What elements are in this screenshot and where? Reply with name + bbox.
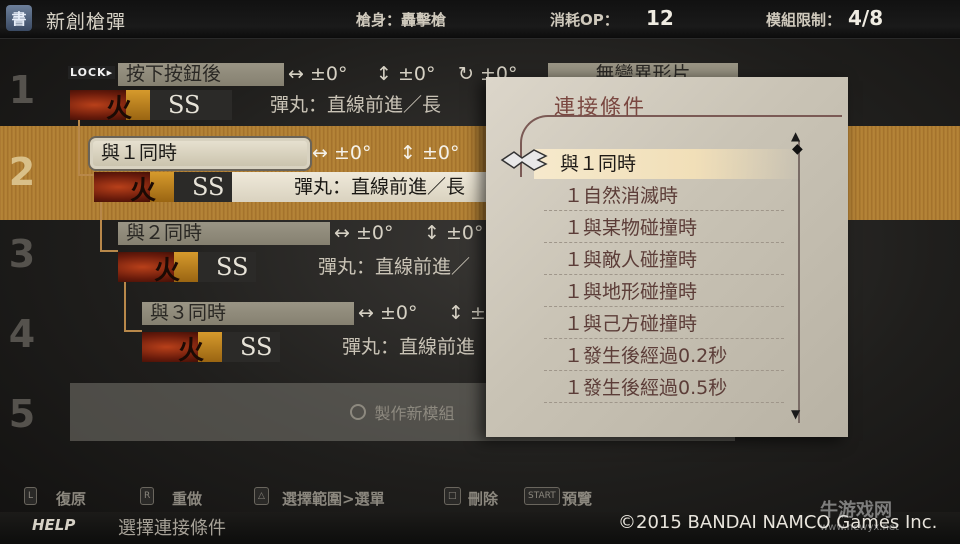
hint-redo[interactable]: 重做 — [172, 488, 202, 509]
l-button-icon: L — [24, 487, 38, 505]
condition-option[interactable]: １與地形碰撞時 — [544, 277, 784, 307]
slot-number-5[interactable]: 5 — [0, 392, 44, 436]
condition-option[interactable]: １與己方碰撞時 — [544, 309, 784, 339]
slot-number-2[interactable]: 2 — [0, 150, 44, 194]
bullet-type[interactable]: 彈丸：直線前進 — [342, 332, 475, 362]
selection-cursor-icon — [500, 149, 548, 171]
hint-preview[interactable]: 預覽 — [562, 488, 592, 509]
gun-type-label: 槍身：轟擊槍 — [356, 11, 447, 29]
scroll-thumb-icon[interactable]: ◆ — [792, 141, 803, 157]
condition-option[interactable]: １自然消滅時 — [544, 181, 784, 211]
hint-select-range[interactable]: 選擇範圍>選單 — [282, 488, 385, 509]
fire-element-glyph: 火 — [178, 336, 205, 366]
condition-option[interactable]: １與某物碰撞時 — [544, 213, 784, 243]
slot-number-4[interactable]: 4 — [0, 312, 44, 356]
scrollbar[interactable] — [798, 141, 800, 423]
trigger-condition-4[interactable]: 與３同時 — [142, 302, 354, 325]
op-cost-label: 消耗OP： — [550, 11, 619, 29]
connector-line — [100, 200, 118, 252]
help-label: HELP — [32, 516, 76, 534]
condition-option[interactable]: １發生後經過0.2秒 — [544, 341, 784, 371]
trigger-condition-2[interactable]: 與１同時 — [90, 138, 310, 169]
book-icon: 書 — [6, 5, 32, 31]
triangle-button-icon: △ — [254, 487, 269, 505]
circle-icon — [350, 404, 367, 420]
bullet-type[interactable]: 彈丸：直線前進／長 — [270, 90, 441, 120]
r-button-icon: R — [140, 487, 155, 505]
condition-option[interactable]: 與１同時 — [534, 149, 802, 179]
fire-element-glyph: 火 — [154, 256, 181, 286]
slot-number-1[interactable]: 1 — [0, 68, 44, 112]
yaw-angle[interactable]: ↔ ±0° — [288, 63, 347, 85]
scroll-down-arrow-icon[interactable]: ▼ — [791, 407, 800, 421]
op-cost-value: 12 — [646, 6, 674, 30]
module-limit-label: 模組限制： — [766, 11, 842, 29]
watermark-main: 牛游戏网 — [820, 500, 892, 521]
lock-badge: LOCK▸ — [68, 66, 116, 79]
condition-option[interactable]: １與敵人碰撞時 — [544, 245, 784, 275]
page-title: 新創槍彈 — [46, 11, 127, 33]
bullet-grade: SS — [150, 90, 232, 120]
pitch-angle[interactable]: ↕ ±0° — [376, 63, 435, 85]
watermark-sub: www.newyx.net — [820, 522, 899, 533]
fire-element-glyph: 火 — [106, 94, 133, 124]
slot-number-3[interactable]: 3 — [0, 232, 44, 276]
condition-option[interactable]: １發生後經過0.5秒 — [544, 373, 784, 403]
trigger-condition-3[interactable]: 與２同時 — [118, 222, 330, 245]
fire-element-glyph: 火 — [130, 176, 157, 206]
watermark: 牛游戏网 www.newyx.net — [820, 496, 899, 533]
module-limit-value: 4/8 — [848, 6, 884, 30]
pitch-angle[interactable]: ↕ ±0° — [424, 222, 483, 244]
bullet-grade: SS — [198, 252, 256, 282]
bullet-grade: SS — [222, 332, 280, 362]
connector-line — [124, 280, 142, 332]
yaw-angle[interactable]: ↔ ±0° — [334, 222, 393, 244]
create-module-label: 製作新模組 — [374, 404, 455, 423]
panel-title: 連接條件 — [554, 95, 646, 119]
hint-delete[interactable]: 刪除 — [468, 488, 498, 509]
bullet-grade: SS — [174, 172, 232, 202]
square-button-icon: □ — [444, 487, 461, 505]
hint-undo[interactable]: 復原 — [56, 488, 86, 509]
trigger-condition-1[interactable]: 按下按鈕後 — [118, 63, 284, 86]
help-text: 選擇連接條件 — [118, 518, 226, 539]
start-button-icon: START — [524, 487, 560, 505]
connection-condition-panel: 連接條件 與１同時 １自然消滅時 １與某物碰撞時 １與敵人碰撞時 １與地形碰撞時… — [486, 77, 848, 437]
bullet-type[interactable]: 彈丸：直線前進／ — [318, 252, 470, 282]
yaw-angle[interactable]: ↔ ±0° — [312, 142, 371, 164]
yaw-angle[interactable]: ↔ ±0° — [358, 302, 417, 324]
pitch-angle[interactable]: ↕ ±0° — [400, 142, 459, 164]
